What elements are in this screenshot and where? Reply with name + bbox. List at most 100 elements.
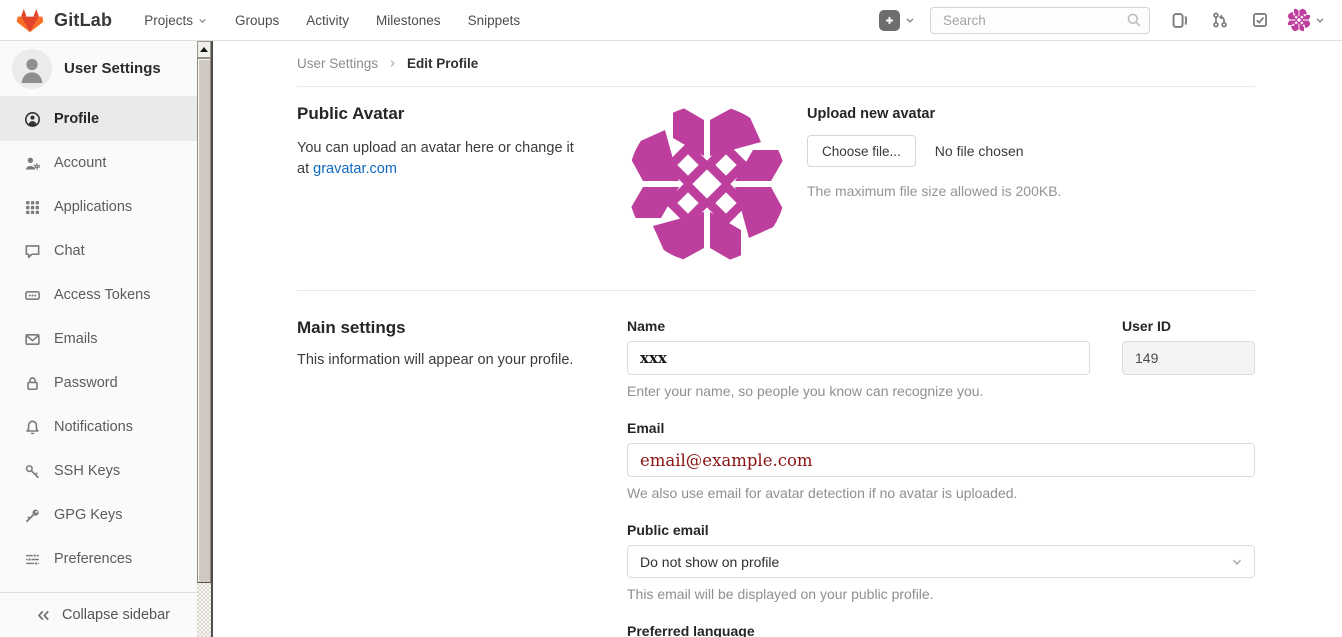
- breadcrumb-parent[interactable]: User Settings: [297, 56, 378, 71]
- nav-groups-label: Groups: [235, 13, 279, 28]
- header-icons: [1170, 11, 1269, 30]
- top-bar: GitLab Projects Groups Activity Mileston…: [0, 0, 1342, 41]
- max-file-size-note: The maximum file size allowed is 200KB.: [807, 183, 1061, 199]
- search-input[interactable]: [930, 7, 1150, 34]
- nav-projects-label: Projects: [144, 13, 193, 28]
- chevron-down-icon: [197, 15, 208, 26]
- nav-snippets[interactable]: Snippets: [468, 13, 521, 28]
- section-description: This information will appear on your pro…: [297, 350, 587, 371]
- sidebar-item-gpg-keys[interactable]: GPG Keys: [0, 493, 197, 537]
- emails-icon: [24, 331, 41, 348]
- sidebar-item-label: Emails: [54, 331, 98, 347]
- sidebar-title: User Settings: [64, 60, 161, 77]
- sidebar-item-label: Applications: [54, 199, 132, 215]
- public-avatar-section: Public Avatar You can upload an avatar h…: [297, 87, 1255, 291]
- sidebar-scrollbar[interactable]: [197, 41, 213, 637]
- public-email-select[interactable]: Do not show on profile: [627, 545, 1255, 578]
- sidebar-item-access-tokens[interactable]: Access Tokens: [0, 273, 197, 317]
- no-file-chosen-text: No file chosen: [935, 143, 1024, 159]
- chevron-down-icon: [1230, 555, 1244, 572]
- sidebar-item-chat[interactable]: Chat: [0, 229, 197, 273]
- main-settings-form: Name Enter your name, so people you know…: [627, 318, 1255, 637]
- new-menu-button[interactable]: [879, 10, 916, 31]
- name-userid-row: Name Enter your name, so people you know…: [627, 318, 1255, 399]
- profile-icon: [24, 111, 41, 128]
- brand-name: GitLab: [54, 10, 112, 31]
- nav-snippets-label: Snippets: [468, 13, 521, 28]
- name-field-group: Name Enter your name, so people you know…: [627, 318, 1090, 399]
- preferences-icon: [24, 551, 41, 568]
- public-email-selected-value: Do not show on profile: [640, 554, 779, 570]
- notifications-icon: [24, 419, 41, 436]
- sidebar-item-emails[interactable]: Emails: [0, 317, 197, 361]
- preferred-language-field-group: Preferred language: [627, 623, 1255, 637]
- nav-activity[interactable]: Activity: [306, 13, 349, 28]
- sidebar-item-label: GPG Keys: [54, 507, 123, 523]
- collapse-sidebar-button[interactable]: Collapse sidebar: [0, 592, 197, 637]
- name-help: Enter your name, so people you know can …: [627, 383, 1090, 399]
- sidebar-item-notifications[interactable]: Notifications: [0, 405, 197, 449]
- search-box: [930, 7, 1150, 34]
- nav-milestones[interactable]: Milestones: [376, 13, 441, 28]
- sidebar-item-preferences[interactable]: Preferences: [0, 537, 197, 581]
- sidebar-item-password[interactable]: Password: [0, 361, 197, 405]
- gitlab-logo[interactable]: GitLab: [16, 7, 112, 34]
- breadcrumb: User Settings Edit Profile: [297, 41, 1255, 87]
- sidebar-item-label: Profile: [54, 111, 99, 127]
- settings-sidebar: User Settings Profile Account Applicatio…: [0, 41, 213, 637]
- user-id-input: [1122, 341, 1255, 375]
- email-field-group: Email We also use email for avatar detec…: [627, 420, 1255, 501]
- name-label: Name: [627, 318, 1090, 334]
- scrollbar-up-button[interactable]: [197, 41, 211, 58]
- section-description: You can upload an avatar here or change …: [297, 138, 587, 180]
- sidebar-item-account[interactable]: Account: [0, 141, 197, 185]
- sidebar-item-label: Access Tokens: [54, 287, 150, 303]
- nav-milestones-label: Milestones: [376, 13, 441, 28]
- upload-avatar-block: Upload new avatar Choose file... No file…: [807, 104, 1061, 264]
- todos-icon[interactable]: [1251, 11, 1269, 29]
- top-nav: Projects Groups Activity Milestones Snip…: [144, 13, 520, 28]
- header-right: [879, 7, 1326, 34]
- sidebar-nav: Profile Account Applications Chat Access…: [0, 97, 197, 581]
- applications-icon: [24, 199, 41, 216]
- sidebar-item-label: Notifications: [54, 419, 133, 435]
- avatar-identicon: [1287, 8, 1311, 32]
- sidebar-item-label: Account: [54, 155, 106, 171]
- public-email-field-group: Public email Do not show on profile This…: [627, 522, 1255, 602]
- sidebar-item-profile[interactable]: Profile: [0, 97, 197, 141]
- scroll-up-arrow-icon: [200, 47, 208, 52]
- user-id-label: User ID: [1122, 318, 1255, 334]
- issues-icon[interactable]: [1170, 11, 1189, 30]
- avatar-section-form: Upload new avatar Choose file... No file…: [627, 104, 1255, 264]
- nav-activity-label: Activity: [306, 13, 349, 28]
- section-title: Main settings: [297, 318, 627, 338]
- scrollbar-thumb[interactable]: [197, 58, 211, 583]
- preferred-language-label: Preferred language: [627, 623, 1255, 637]
- chevron-down-icon: [904, 14, 916, 26]
- main-settings-section: Main settings This information will appe…: [297, 291, 1255, 637]
- sidebar-item-ssh-keys[interactable]: SSH Keys: [0, 449, 197, 493]
- sidebar-item-applications[interactable]: Applications: [0, 185, 197, 229]
- sidebar-header: User Settings: [0, 41, 197, 97]
- merge-request-icon[interactable]: [1211, 11, 1229, 29]
- upload-new-avatar-title: Upload new avatar: [807, 106, 1061, 122]
- breadcrumb-current: Edit Profile: [407, 56, 478, 71]
- choose-file-button[interactable]: Choose file...: [807, 135, 916, 167]
- name-input[interactable]: [627, 341, 1090, 375]
- sidebar-item-label: SSH Keys: [54, 463, 120, 479]
- public-email-help: This email will be displayed on your pub…: [627, 586, 1255, 602]
- chat-icon: [24, 243, 41, 260]
- user-menu[interactable]: [1287, 8, 1326, 32]
- password-icon: [24, 375, 41, 392]
- ssh-keys-icon: [24, 463, 41, 480]
- gravatar-link[interactable]: gravatar.com: [313, 161, 397, 177]
- sidebar-item-label: Preferences: [54, 551, 132, 567]
- sidebar-item-label: Chat: [54, 243, 85, 259]
- email-input[interactable]: [627, 443, 1255, 477]
- public-email-label: Public email: [627, 522, 1255, 538]
- nav-projects[interactable]: Projects: [144, 13, 208, 28]
- search-icon: [1126, 12, 1142, 33]
- nav-groups[interactable]: Groups: [235, 13, 279, 28]
- chevron-right-icon: [387, 58, 398, 69]
- sidebar-item-label: Password: [54, 375, 118, 391]
